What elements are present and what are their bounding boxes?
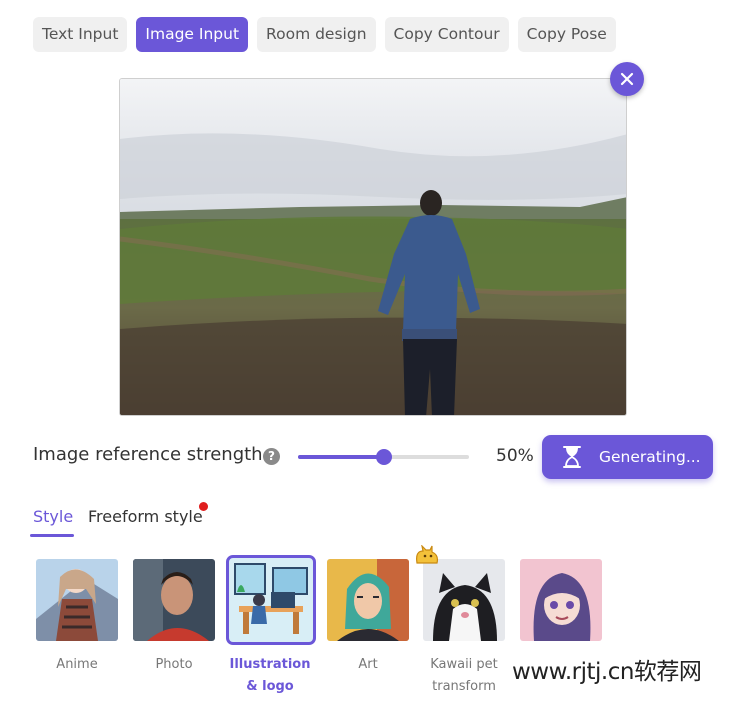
style-card-anime[interactable] — [36, 559, 118, 641]
illustration-thumbnail — [229, 558, 313, 642]
tab-copy-pose[interactable]: Copy Pose — [517, 17, 616, 52]
style-card-art[interactable] — [327, 559, 409, 641]
cat-badge-icon — [416, 545, 439, 564]
generate-button[interactable]: Generating... — [542, 435, 713, 479]
style-label-kawaii-pet: Kawaii pet transform — [430, 657, 498, 694]
style-label-art: Art — [358, 657, 378, 672]
style-card-photo[interactable] — [133, 559, 215, 641]
strength-label: Image reference strength — [33, 444, 263, 465]
question-icon[interactable]: ? — [263, 448, 280, 465]
generate-label: Generating... — [599, 448, 701, 466]
tab-image-input[interactable]: Image Input — [136, 17, 249, 52]
uploaded-image-preview — [119, 78, 627, 416]
slider-thumb[interactable] — [376, 449, 392, 465]
hourglass-icon — [563, 446, 581, 468]
tab-style[interactable]: Style — [33, 507, 73, 526]
landscape-photo — [120, 79, 626, 415]
style-card-illustration[interactable] — [226, 555, 316, 645]
style-card-kawaii-pet[interactable] — [423, 559, 505, 641]
style-label-photo: Photo — [155, 657, 193, 672]
tab-text-input[interactable]: Text Input — [33, 17, 128, 52]
strength-slider[interactable] — [298, 446, 469, 468]
strength-value: 50% — [496, 446, 534, 466]
style-card-manga[interactable] — [520, 559, 602, 641]
anime-thumbnail — [36, 559, 118, 641]
active-tab-indicator — [30, 534, 74, 537]
close-icon — [620, 72, 634, 86]
art-thumbnail — [327, 559, 409, 641]
tab-room-design[interactable]: Room design — [257, 17, 376, 52]
watermark: www.rjtj.cn软荐网 — [512, 652, 702, 686]
slider-fill — [298, 455, 384, 459]
tab-copy-contour[interactable]: Copy Contour — [384, 17, 509, 52]
mode-tabs: Text Input Image Input Room design Copy … — [33, 17, 616, 52]
style-label-illustration: Illustration & logo — [229, 657, 311, 694]
photo-thumbnail — [133, 559, 215, 641]
kawaii-pet-thumbnail — [423, 559, 505, 641]
style-label-anime: Anime — [56, 657, 98, 672]
manga-thumbnail — [520, 559, 602, 641]
remove-image-button[interactable] — [610, 62, 644, 96]
tab-freeform-style[interactable]: Freeform style — [88, 507, 203, 526]
new-badge-dot — [199, 502, 208, 511]
